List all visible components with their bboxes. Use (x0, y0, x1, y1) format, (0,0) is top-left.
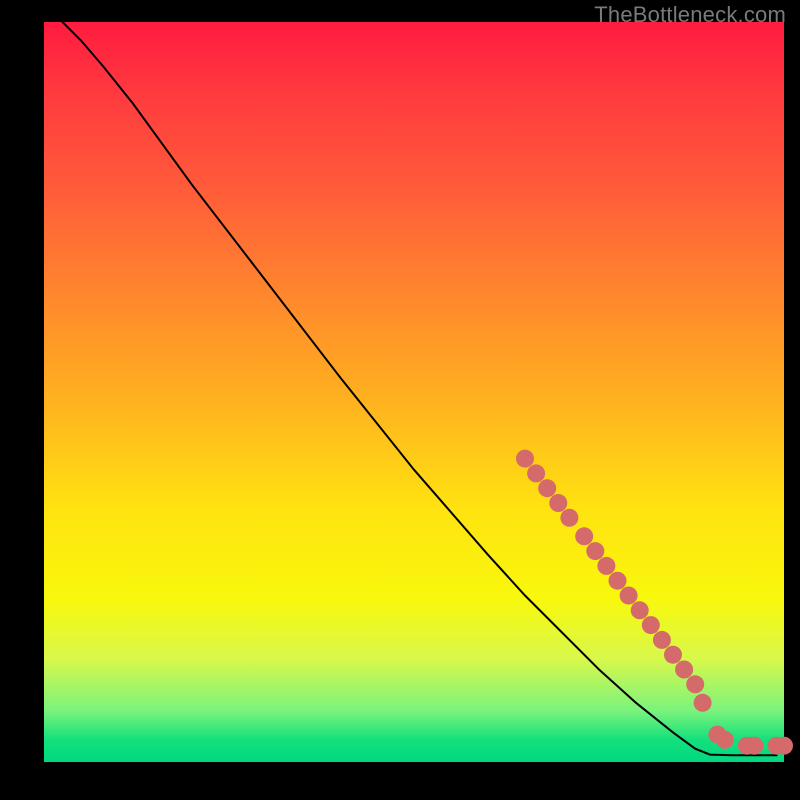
data-marker (597, 557, 615, 575)
data-marker (516, 450, 534, 468)
data-marker (620, 587, 638, 605)
data-marker (586, 542, 604, 560)
data-marker (716, 731, 734, 749)
data-marker (560, 509, 578, 527)
data-marker (527, 464, 545, 482)
data-marker (686, 675, 704, 693)
data-marker (675, 661, 693, 679)
data-marker (664, 646, 682, 664)
data-marker (642, 616, 660, 634)
data-marker (653, 631, 671, 649)
chart-container: TheBottleneck.com (0, 0, 800, 800)
data-marker (609, 572, 627, 590)
data-marker (631, 601, 649, 619)
data-marker (538, 479, 556, 497)
chart-overlay (44, 22, 784, 762)
data-marker (745, 737, 763, 755)
data-marker (575, 527, 593, 545)
data-marker (775, 737, 793, 755)
marker-group (516, 450, 793, 755)
data-marker (694, 694, 712, 712)
bottleneck-curve (63, 22, 777, 755)
data-marker (549, 494, 567, 512)
